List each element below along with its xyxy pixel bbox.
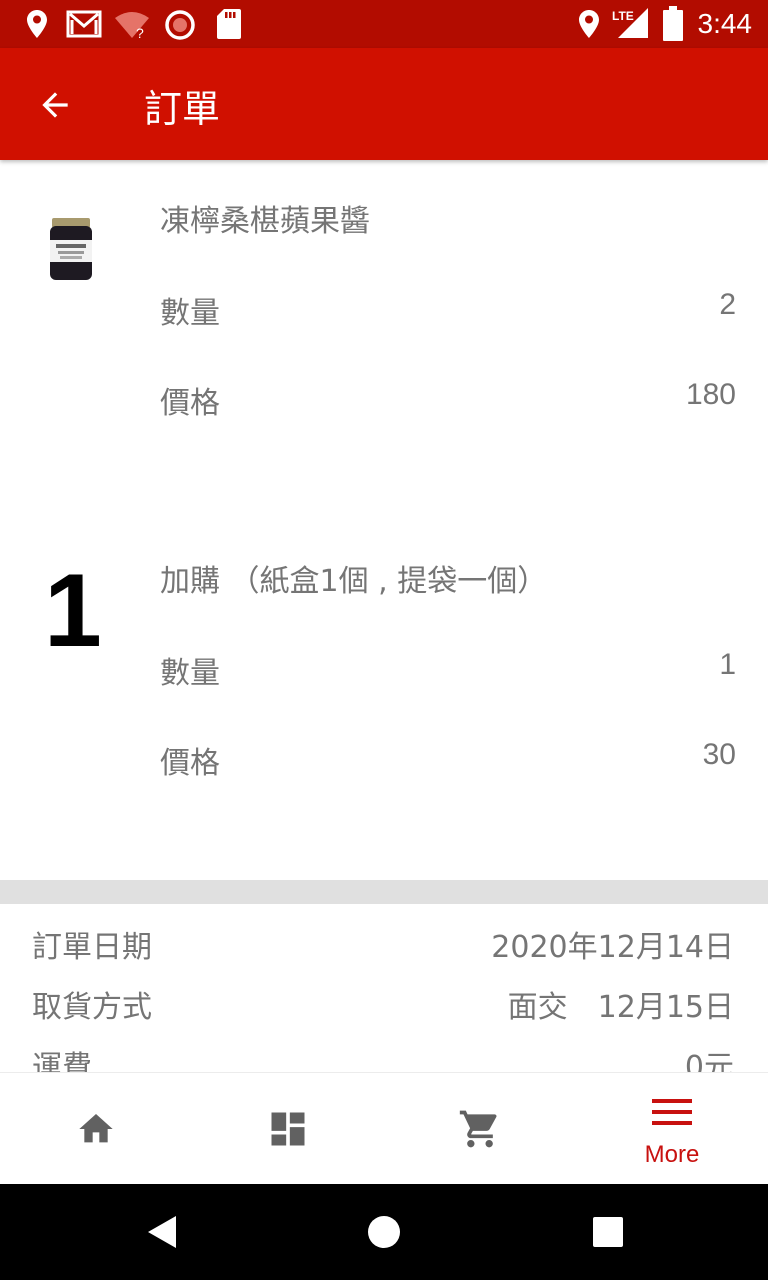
gmail-icon (66, 10, 102, 38)
bottom-navigation: More (0, 1072, 768, 1185)
nav-cart[interactable] (384, 1073, 576, 1185)
dashboard-icon (271, 1112, 305, 1146)
item-name: 加購 （紙盒1個 , 提袋一個） (160, 564, 548, 599)
svg-text:LTE: LTE (612, 9, 634, 23)
record-icon (165, 10, 195, 40)
price-label: 價格 (160, 746, 220, 781)
menu-icon (652, 1099, 692, 1125)
triangle-back-icon (148, 1216, 176, 1248)
shipping-fee-value: 0元 (684, 1050, 734, 1072)
cart-icon (459, 1110, 497, 1148)
quantity-label: 數量 (160, 656, 220, 691)
nav-dashboard[interactable] (192, 1073, 384, 1185)
price-value: 180 (685, 378, 736, 411)
order-date-value: 2020年12月14日 (491, 930, 734, 965)
status-time: 3:44 (697, 8, 753, 39)
shipping-fee-label: 運費 (32, 1050, 92, 1072)
item-index: 1 (44, 553, 102, 669)
order-info: 訂單日期 2020年12月14日 取貨方式 面交 12月15日 運費 0元 (0, 904, 768, 1072)
quantity-label: 數量 (160, 296, 220, 331)
system-navigation-bar (0, 1184, 768, 1280)
arrow-back-icon[interactable] (36, 86, 74, 124)
circle-home-icon (368, 1216, 400, 1248)
page-title: 訂單 (144, 87, 221, 131)
sd-card-icon (217, 9, 241, 39)
square-recents-icon (593, 1217, 623, 1247)
lte-signal-icon: LTE (612, 8, 648, 38)
location-icon (579, 10, 599, 38)
nav-home[interactable] (0, 1073, 192, 1185)
quantity-value: 1 (719, 648, 736, 681)
price-label: 價格 (160, 386, 220, 421)
order-date-label: 訂單日期 (32, 930, 152, 965)
item-name: 凍檸桑椹蘋果醬 (160, 204, 370, 239)
section-divider (0, 880, 768, 904)
location-icon (27, 10, 47, 38)
system-recents-button[interactable] (560, 1184, 656, 1280)
quantity-value: 2 (719, 288, 736, 321)
product-image (50, 218, 92, 280)
nav-more[interactable]: More (576, 1073, 768, 1185)
nav-more-label: More (644, 1141, 700, 1168)
app-bar: 訂單 (0, 48, 768, 160)
pickup-method-label: 取貨方式 (32, 990, 152, 1025)
svg-text:?: ? (136, 25, 144, 40)
wifi-unknown-icon: ? (115, 12, 149, 40)
home-icon (79, 1114, 113, 1143)
system-home-button[interactable] (336, 1184, 432, 1280)
system-back-button[interactable] (112, 1184, 208, 1280)
status-bar: ? LTE 3:44 (0, 0, 768, 48)
pickup-method-value: 面交 12月15日 (507, 990, 734, 1025)
battery-icon (663, 6, 683, 41)
price-value: 30 (702, 738, 736, 771)
